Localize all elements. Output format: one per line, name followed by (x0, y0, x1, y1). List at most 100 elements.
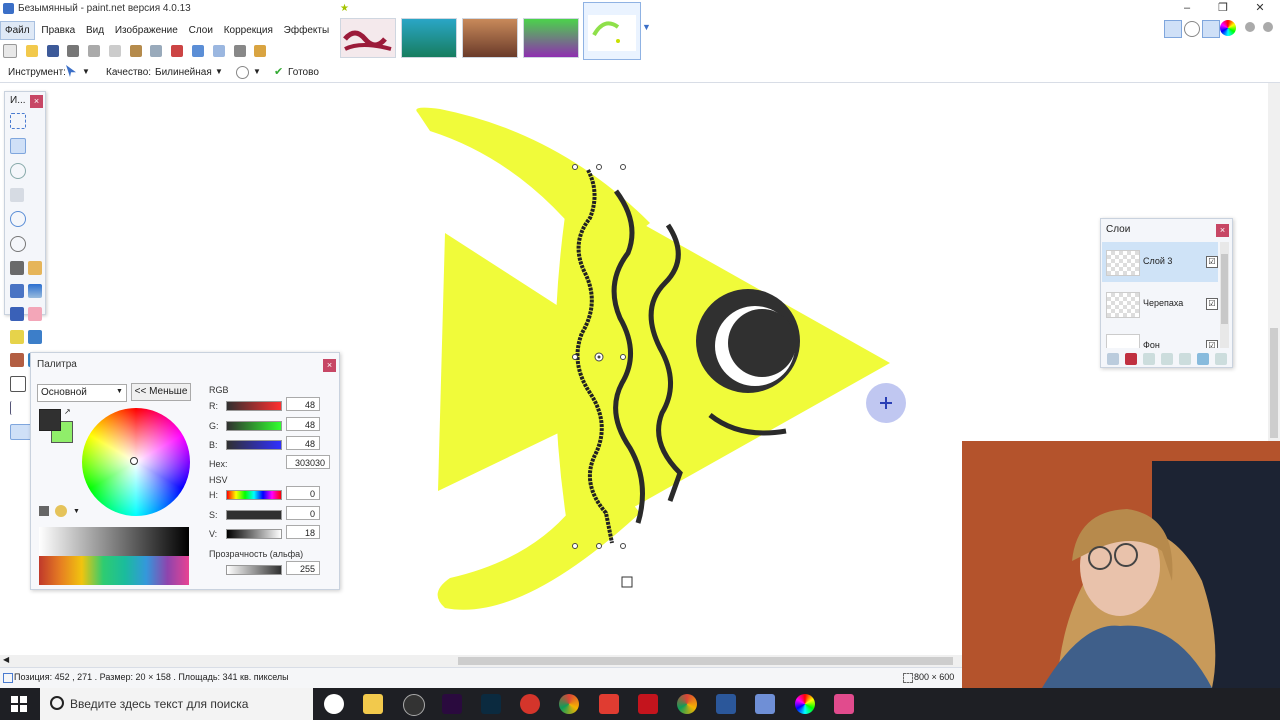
pan-icon[interactable] (28, 261, 42, 275)
gradient-icon[interactable] (28, 284, 42, 298)
move-selected-icon[interactable] (10, 138, 26, 154)
taskbar-search[interactable]: Введите здесь текст для поиска (40, 688, 313, 720)
quality-dropdown-icon[interactable]: ▼ (215, 67, 223, 76)
ruler-icon[interactable] (254, 45, 267, 57)
vertical-scroll-thumb[interactable] (1270, 328, 1278, 438)
pencil-icon[interactable] (10, 330, 24, 344)
settings-icon[interactable] (1245, 22, 1255, 32)
b-slider[interactable] (226, 440, 282, 450)
finish-dropdown-icon[interactable]: ▼ (253, 67, 261, 76)
menu-image[interactable]: Изображение (111, 22, 182, 39)
lasso-icon[interactable] (10, 163, 26, 179)
palette-swatches[interactable] (39, 527, 189, 585)
palette-menu-icon[interactable] (55, 505, 67, 517)
menu-edit[interactable]: Правка (37, 22, 79, 39)
move-layer-down-icon[interactable] (1197, 353, 1209, 365)
premiere-icon[interactable] (442, 694, 462, 714)
rectangle-select-icon[interactable] (10, 113, 26, 129)
paint-bucket-icon[interactable] (10, 284, 24, 298)
word-icon[interactable] (716, 694, 736, 714)
delete-layer-icon[interactable] (1125, 353, 1137, 365)
palette-add-icon[interactable] (39, 506, 49, 516)
menu-layers[interactable]: Слои (185, 22, 217, 39)
tools-toggle-icon[interactable] (1164, 20, 1182, 38)
alpha-slider[interactable] (226, 565, 282, 575)
help-icon[interactable] (1263, 22, 1273, 32)
h-slider[interactable] (226, 490, 282, 500)
chrome-icon[interactable] (559, 694, 579, 714)
app-red-icon[interactable] (638, 694, 658, 714)
color-picker-icon[interactable] (28, 330, 42, 344)
minimize-button[interactable]: – (1172, 0, 1202, 18)
tool-dropdown-icon[interactable]: ▼ (82, 67, 90, 76)
yandex-icon[interactable] (599, 694, 619, 714)
alpha-field[interactable]: 255 (286, 561, 320, 575)
tools-close-button[interactable]: × (30, 95, 43, 108)
crop-icon[interactable] (150, 45, 163, 57)
paintnet-icon[interactable] (755, 694, 775, 714)
redo-icon[interactable] (212, 45, 225, 57)
horizontal-scroll-thumb[interactable] (458, 657, 953, 665)
photoshop-icon[interactable] (481, 694, 501, 714)
merge-layer-icon[interactable] (1161, 353, 1173, 365)
text-icon[interactable] (10, 376, 26, 392)
layer-item[interactable]: Слой 3 ☑ (1102, 242, 1218, 282)
obs-icon[interactable] (403, 694, 425, 716)
palette-close-button[interactable]: × (323, 359, 336, 372)
finish-icon[interactable] (236, 66, 249, 79)
image-thumbnail[interactable] (401, 18, 457, 58)
save-icon[interactable] (46, 45, 59, 57)
app-icon[interactable] (520, 694, 540, 714)
quality-select[interactable]: Билинейная (155, 67, 212, 78)
open-icon[interactable] (25, 45, 38, 57)
menu-file[interactable]: Файл (0, 21, 35, 40)
thumbnail-dropdown-icon[interactable]: ▼ (642, 22, 651, 32)
less-button[interactable]: << Меньше (131, 383, 191, 401)
print-icon[interactable] (67, 45, 80, 57)
clone-stamp-icon[interactable] (10, 353, 24, 367)
eraser-icon[interactable] (28, 307, 42, 321)
move-layer-up-icon[interactable] (1179, 353, 1191, 365)
chrome-icon[interactable] (677, 694, 697, 714)
layers-scrollbar[interactable] (1220, 242, 1229, 348)
layer-visible-checkbox[interactable]: ☑ (1206, 256, 1218, 268)
yandex-browser-icon[interactable] (324, 694, 344, 714)
grid-icon[interactable] (233, 45, 246, 57)
g-field[interactable]: 48 (286, 417, 320, 431)
r-slider[interactable] (226, 401, 282, 411)
menu-effects[interactable]: Эффекты (280, 22, 333, 39)
duplicate-layer-icon[interactable] (1143, 353, 1155, 365)
swap-colors-icon[interactable]: ↗ (64, 407, 71, 416)
layer-visible-checkbox[interactable]: ☑ (1206, 298, 1218, 310)
image-thumbnail[interactable] (523, 18, 579, 58)
image-thumbnail[interactable] (340, 18, 396, 58)
b-field[interactable]: 48 (286, 436, 320, 450)
v-slider[interactable] (226, 529, 282, 539)
line-curve-icon[interactable] (10, 401, 25, 415)
close-button[interactable]: ✕ (1245, 0, 1275, 18)
h-field[interactable]: 0 (286, 486, 320, 500)
copy-icon[interactable] (108, 45, 121, 57)
layers-close-button[interactable]: × (1216, 224, 1229, 237)
layer-properties-icon[interactable] (1215, 353, 1227, 365)
layer-visible-checkbox[interactable]: ☑ (1206, 340, 1218, 348)
file-explorer-icon[interactable] (363, 694, 383, 714)
new-icon[interactable] (3, 44, 17, 58)
scroll-left-icon[interactable]: ◀ (3, 655, 9, 664)
history-toggle-icon[interactable] (1184, 21, 1200, 37)
media-app-icon[interactable] (834, 694, 854, 714)
palette-menu-dropdown-icon[interactable]: ▼ (73, 508, 80, 515)
undo-icon[interactable] (192, 45, 205, 57)
r-field[interactable]: 48 (286, 397, 320, 411)
zoom-icon[interactable] (10, 236, 26, 252)
colors-toggle-icon[interactable] (1220, 20, 1236, 36)
menu-view[interactable]: Вид (82, 22, 108, 39)
palette-mode-dropdown-icon[interactable]: ▼ (116, 388, 123, 395)
paste-icon[interactable] (129, 45, 142, 57)
magic-wand-icon[interactable] (10, 261, 24, 275)
finish-button[interactable]: Готово (288, 67, 319, 78)
v-field[interactable]: 18 (286, 525, 320, 539)
paintbrush-icon[interactable] (10, 307, 24, 321)
menu-adjustments[interactable]: Коррекция (220, 22, 277, 39)
hex-field[interactable]: 303030 (286, 455, 330, 469)
